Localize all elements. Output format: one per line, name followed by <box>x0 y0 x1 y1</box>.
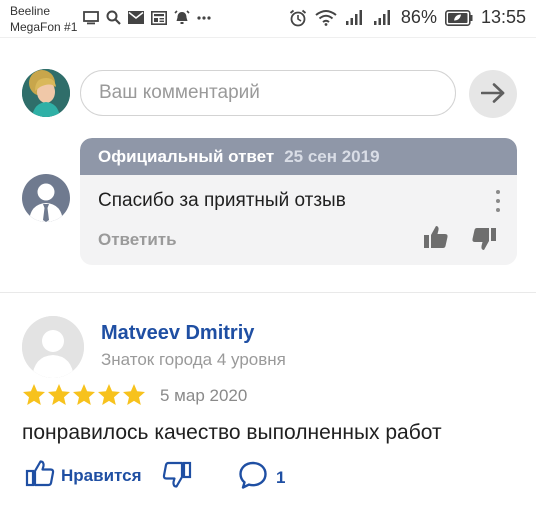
thumbs-up-icon[interactable] <box>423 224 449 255</box>
star-icon <box>98 384 120 405</box>
review-author[interactable]: Matveev Dmitriy <box>101 322 254 345</box>
review-date: 5 мар 2020 <box>160 386 248 405</box>
alarm-icon <box>174 10 190 25</box>
comments-button[interactable]: 1 <box>238 460 285 495</box>
star-icon <box>73 384 95 405</box>
my-avatar <box>22 69 70 117</box>
battery-percent: 86% <box>400 7 437 27</box>
arrow-right-icon <box>480 82 505 106</box>
more-notifications-icon <box>197 15 211 20</box>
official-reply-text: Спасибо за приятный отзыв <box>98 190 346 211</box>
search-icon <box>106 10 121 25</box>
comment-count: 1 <box>276 467 286 487</box>
mail-icon <box>128 11 144 24</box>
review-author-level: Знаток города 4 уровня <box>101 350 286 369</box>
send-button[interactable] <box>469 70 517 118</box>
status-bar: Beeline MegaFon #1 86% 13:55 <box>0 0 536 36</box>
more-options-icon[interactable] <box>495 190 501 214</box>
official-reply-header: Официальный ответ 25 сен 2019 <box>80 138 517 175</box>
status-divider <box>0 37 536 38</box>
signal-icon-2 <box>373 9 393 26</box>
thumbs-down-outline-icon <box>162 461 192 494</box>
official-reply-date: 25 сен 2019 <box>284 146 380 166</box>
notification-icons <box>83 10 211 25</box>
star-icon <box>48 384 70 405</box>
like-button[interactable]: Нравится <box>25 458 142 493</box>
section-divider <box>0 292 536 293</box>
user-avatar[interactable] <box>22 316 84 378</box>
system-status: 86% 13:55 <box>289 7 526 28</box>
official-reply-label: Официальный ответ <box>98 146 275 166</box>
rating-stars <box>22 383 146 407</box>
wifi-icon <box>315 9 337 26</box>
news-icon <box>151 10 167 25</box>
comment-input[interactable] <box>80 70 456 116</box>
carrier-line-1: Beeline <box>10 4 51 18</box>
official-reply-card: Официальный ответ 25 сен 2019 Спасибо за… <box>80 138 517 265</box>
reply-button[interactable]: Ответить <box>98 230 177 250</box>
battery-saver-icon <box>444 9 473 26</box>
clock-time: 13:55 <box>480 7 526 27</box>
star-icon <box>123 384 145 405</box>
like-label: Нравится <box>61 465 142 485</box>
review-text: понравилось качество выполненных работ <box>22 421 442 444</box>
alarm-clock-icon <box>289 9 307 27</box>
carrier-line-2: MegaFon #1 <box>10 20 78 34</box>
speech-bubble-icon <box>238 460 268 495</box>
carrier-info: Beeline MegaFon #1 <box>10 3 77 35</box>
monitor-icon <box>83 10 99 25</box>
signal-icon-1 <box>345 9 365 26</box>
star-icon <box>23 384 45 405</box>
thumbs-up-outline-icon <box>25 458 55 493</box>
thumbs-down-icon[interactable] <box>471 226 497 257</box>
organization-avatar <box>22 174 70 222</box>
dislike-button[interactable] <box>162 460 192 495</box>
